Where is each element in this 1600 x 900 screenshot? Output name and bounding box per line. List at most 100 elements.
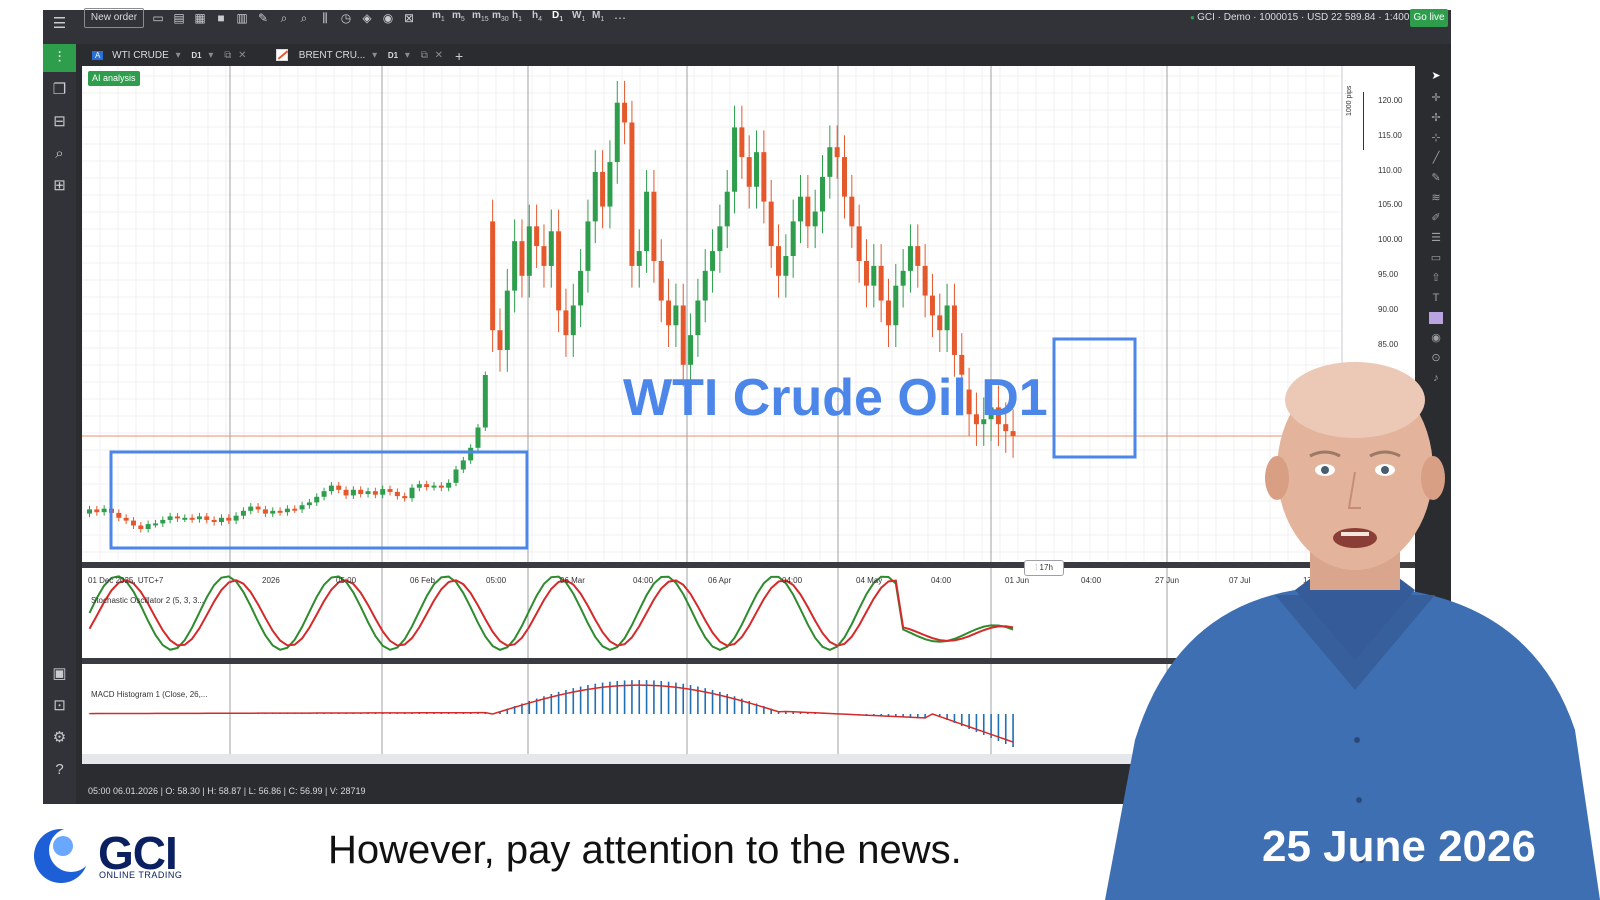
fibonacci-icon[interactable]: ☰ [1421, 228, 1451, 248]
candle-body [167, 516, 173, 520]
chart-icon[interactable]: ⫶ [43, 44, 76, 72]
x-axis-tick: 04 May [856, 576, 883, 585]
layers-icon[interactable]: ◈ [359, 10, 375, 26]
candle-body [834, 147, 840, 158]
candle-body [343, 489, 349, 496]
timeframe-button[interactable]: h4 [532, 10, 542, 23]
settings-icon[interactable]: ⚙ [43, 724, 76, 752]
arrow-up-icon[interactable]: ⇧ [1421, 268, 1451, 288]
chevron-down-icon[interactable]: ▾ [405, 50, 410, 61]
measure-icon[interactable]: ⊹ [1421, 128, 1451, 148]
layout-icon[interactable]: ⊞ [43, 172, 76, 200]
candle-body [871, 265, 877, 286]
candle-body [1010, 431, 1016, 437]
tab-brent-crude[interactable]: BRENT CRU... ▾ D1 ▾ ⧉ ✕ [276, 47, 443, 65]
indicators-icon[interactable]: ⫼ [317, 10, 333, 26]
single-layout-icon[interactable]: ■ [213, 10, 229, 26]
zoom-search-icon[interactable]: ⌕ [43, 140, 76, 168]
candle-body [306, 502, 312, 506]
x-axis-tick: 01 Jun [1005, 576, 1030, 585]
timeframe-button[interactable]: M1 [592, 10, 604, 23]
menu-icon[interactable]: ☰ [43, 10, 76, 38]
price-axis-tick: 120.00 [1378, 96, 1403, 105]
candle-body [372, 491, 378, 495]
timeframe-button[interactable]: W1 [572, 10, 585, 23]
zoom-out-icon[interactable]: ⌕ [296, 10, 312, 26]
split-layout-icon[interactable]: ▥ [234, 10, 250, 26]
rectangle-icon[interactable]: ▭ [1421, 248, 1451, 268]
wallet-icon[interactable]: ⊡ [43, 692, 76, 720]
brush-icon[interactable]: ✐ [1421, 208, 1451, 228]
candle-body [519, 241, 525, 276]
timeframe-button[interactable]: D1 [552, 10, 563, 23]
left-sidebar: ☰ ⫶ ❐ ⊟ ⌕ ⊞ ▣ ⊡ ⚙ ? [43, 10, 76, 804]
timeframe-button[interactable]: m15 [472, 10, 489, 23]
timeframe-number: 1 [559, 16, 564, 23]
candle-body [658, 260, 664, 301]
help-icon[interactable]: ? [43, 756, 76, 784]
candle-body [929, 295, 935, 316]
ohlc-readout: 05:00 06.01.2026 | O: 58.30 | H: 58.87 |… [88, 786, 366, 796]
x-axis-tick: 05:00 [486, 576, 507, 585]
close-icon[interactable]: ✕ [238, 50, 246, 61]
timeframe-number: 1 [440, 16, 445, 23]
grid-layout-icon[interactable]: ▦ [192, 10, 208, 26]
briefcase-icon[interactable]: ⊟ [43, 108, 76, 136]
candle-body [885, 300, 891, 326]
timeframe-button[interactable]: m30 [492, 10, 509, 23]
timeframe-number: 1 [600, 16, 605, 23]
cursor-icon[interactable]: ➤ [1421, 66, 1451, 86]
draw-icon[interactable]: ✎ [255, 10, 271, 26]
detach-icon[interactable]: ⧉ [421, 50, 428, 61]
candle-body [570, 305, 576, 336]
template-icon[interactable]: ▤ [171, 10, 187, 26]
ai-analysis-button[interactable]: AI analysis [88, 71, 140, 86]
candle-body [116, 512, 122, 518]
timeframe-button[interactable]: m5 [452, 10, 465, 23]
trendline-icon[interactable]: ╱ [1421, 148, 1451, 168]
detach-icon[interactable]: ⧉ [224, 50, 231, 61]
timeframe-button[interactable]: m1 [432, 10, 445, 23]
go-live-button[interactable]: Go live [1410, 9, 1448, 27]
documents-icon[interactable]: ❐ [43, 76, 76, 104]
candle-body [907, 246, 913, 271]
close-icon[interactable]: ✕ [435, 50, 443, 61]
eye-icon[interactable]: ◉ [1421, 328, 1451, 348]
chart-type-icon[interactable]: ▭ [150, 10, 166, 26]
zoom-in-icon[interactable]: ⌕ [276, 10, 292, 26]
pen-icon[interactable]: ✎ [1421, 168, 1451, 188]
price-axis-tick: 105.00 [1378, 200, 1403, 209]
candle-body [878, 265, 884, 301]
more-icon[interactable]: ⋯ [612, 10, 628, 26]
candle-body [812, 211, 818, 227]
candle-body [248, 506, 254, 511]
chevron-down-icon[interactable]: ▾ [176, 50, 181, 61]
color-swatch-icon[interactable] [1429, 312, 1443, 324]
candle-body [688, 335, 694, 365]
add-tab-icon[interactable]: + [455, 47, 463, 65]
chevron-down-icon[interactable]: ▾ [372, 50, 377, 61]
text-icon[interactable]: T [1421, 288, 1451, 308]
candle-body [314, 496, 320, 503]
tab-wti-crude[interactable]: A WTI CRUDE ▾ D1 ▾ ⧉ ✕ [92, 47, 247, 65]
candle-body [226, 517, 232, 521]
candle-body [270, 510, 276, 514]
candle-body [233, 515, 239, 521]
clock-icon[interactable]: ◷ [338, 10, 354, 26]
eye-icon[interactable]: ◉ [380, 10, 396, 26]
timeframe-number: 15 [480, 16, 489, 23]
candle-body [717, 226, 723, 252]
calendar-icon[interactable]: ▣ [43, 660, 76, 688]
x-axis-tick: 04:00 [1081, 576, 1102, 585]
timeframe-button[interactable]: h1 [512, 10, 522, 23]
candle-body [321, 491, 327, 497]
account-info[interactable]: ● GCI · Demo · 1000015 · USD 22 589.84 ·… [1190, 10, 1417, 26]
x-axis-tick: 06 Apr [708, 576, 732, 585]
screenshot-icon[interactable]: ⊠ [401, 10, 417, 26]
channel-icon[interactable]: ≋ [1421, 188, 1451, 208]
chevron-down-icon[interactable]: ▾ [208, 50, 213, 61]
crosshair-icon[interactable]: ✛ [1421, 88, 1451, 108]
pips-label: 1000 pips [1346, 85, 1353, 116]
new-order-button[interactable]: New order [84, 8, 144, 28]
pin-icon[interactable]: ✢ [1421, 108, 1451, 128]
